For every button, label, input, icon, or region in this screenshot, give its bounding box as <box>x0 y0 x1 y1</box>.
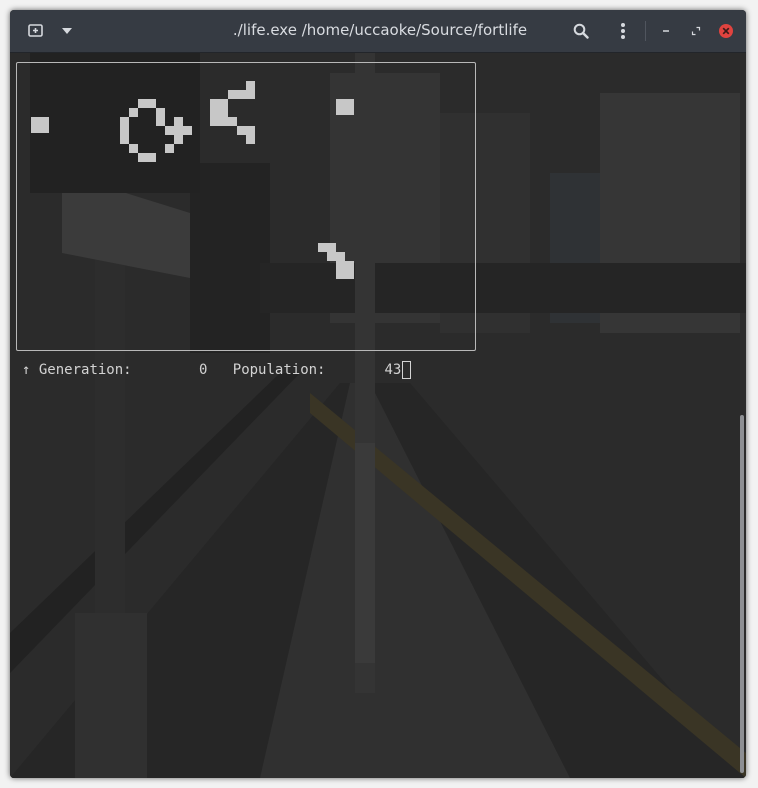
terminal-area[interactable]: ↑ Generation: 0 Population: 43 <box>10 53 746 778</box>
life-grid-frame <box>16 62 476 351</box>
life-cell <box>156 117 165 126</box>
life-cell <box>174 117 183 144</box>
status-line: ↑ Generation: 0 Population: 43 <box>22 360 412 380</box>
kebab-menu-icon <box>621 23 625 39</box>
scrollbar-thumb[interactable] <box>740 415 744 773</box>
terminal-cursor <box>402 361 412 379</box>
new-tab-button[interactable] <box>24 19 48 43</box>
life-cell <box>138 99 156 108</box>
search-icon <box>573 23 589 39</box>
life-cell <box>246 126 255 144</box>
population-label: Population: <box>232 362 326 378</box>
restore-icon <box>691 26 701 36</box>
new-tab-icon <box>28 24 43 37</box>
life-cell <box>138 153 156 162</box>
minimize-button[interactable] <box>657 19 675 43</box>
up-arrow-icon: ↑ <box>22 362 31 378</box>
life-cell <box>336 99 354 115</box>
minimize-icon <box>663 30 669 32</box>
population-value: 43 <box>384 362 402 378</box>
life-cell <box>183 126 192 135</box>
title-bar: ./life.exe /home/uccaoke/Source/fortlife <box>10 10 746 53</box>
life-cell <box>129 144 138 153</box>
life-cell <box>120 117 129 144</box>
life-cell <box>336 270 354 279</box>
life-cell <box>345 261 354 270</box>
chevron-down-icon <box>62 28 72 34</box>
life-cell <box>165 144 174 153</box>
close-icon <box>719 24 733 38</box>
life-cell <box>237 126 246 135</box>
life-cell <box>31 117 49 133</box>
toolbar-separator <box>645 21 646 41</box>
life-cell <box>228 90 246 99</box>
search-button[interactable] <box>570 19 592 43</box>
life-cell <box>228 117 237 126</box>
life-cell <box>156 108 165 117</box>
window-title: ./life.exe /home/uccaoke/Source/fortlife <box>232 21 528 39</box>
life-cell <box>336 252 345 270</box>
terminal-window: ./life.exe /home/uccaoke/Source/fortlife <box>10 10 746 778</box>
generation-value: 0 <box>199 362 208 378</box>
more-options-button[interactable] <box>613 19 633 43</box>
close-button[interactable] <box>716 19 736 43</box>
life-cell <box>129 108 138 117</box>
generation-label: Generation: <box>38 362 132 378</box>
maximize-button[interactable] <box>687 19 705 43</box>
life-cell <box>246 81 255 99</box>
tab-menu-button[interactable] <box>56 19 78 43</box>
life-cell <box>327 252 336 261</box>
life-cell <box>318 243 336 252</box>
life-cell <box>165 126 174 135</box>
life-cell <box>210 99 228 126</box>
